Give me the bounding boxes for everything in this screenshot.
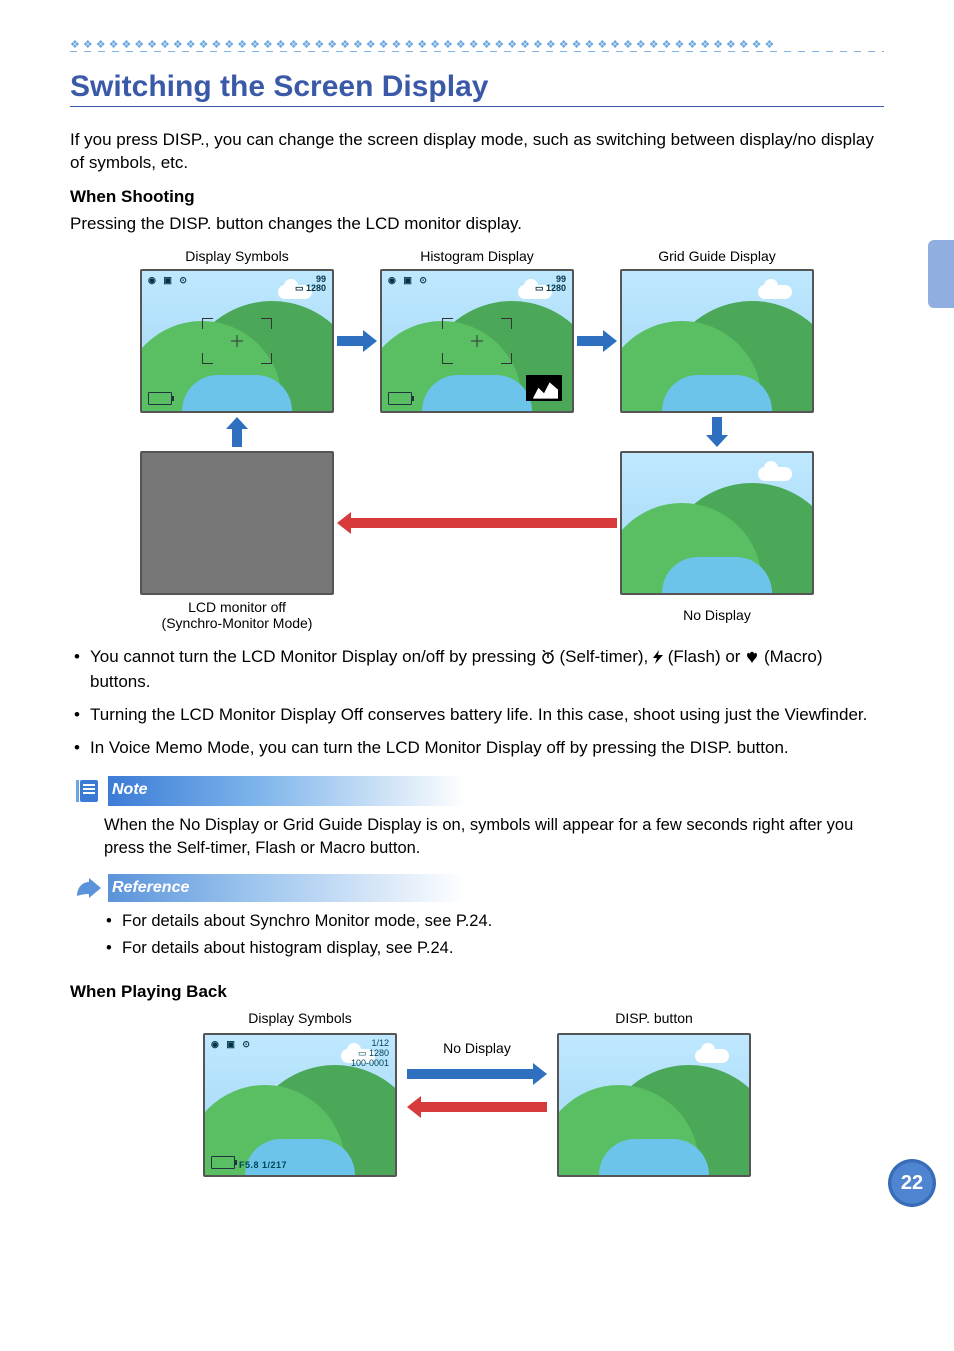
screen-grid-guide: [620, 269, 814, 413]
histogram-icon: [526, 375, 562, 401]
arrow-down: [706, 417, 728, 447]
note-label: Note: [108, 776, 466, 806]
arrow-left-pb: [407, 1096, 547, 1123]
caption-histogram: Histogram Display: [420, 248, 534, 265]
decorative-border: [70, 38, 884, 52]
reference-list-block: For details about Synchro Monitor mode, …: [104, 910, 884, 960]
list-item: Turning the LCD Monitor Display Off cons…: [70, 704, 884, 727]
caption-pb-nodisplay: No Display: [443, 1040, 511, 1057]
caption-pb-symbols: Display Symbols: [248, 1010, 351, 1027]
caption-lcd-off: LCD monitor off (Synchro-Monitor Mode): [162, 599, 313, 633]
reference-icon: [70, 874, 108, 902]
caption-display-symbols: Display Symbols: [185, 248, 288, 265]
osd-size: 1280: [306, 283, 326, 293]
chapter-side-tab: [928, 240, 954, 308]
osd-playback-index: 1/12: [371, 1039, 389, 1048]
playback-diagram: Display Symbols ◉ ▣ ⊙ 1/12 ▭ 1280 100-00…: [70, 1010, 884, 1177]
list-item: In Voice Memo Mode, you can turn the LCD…: [70, 737, 884, 760]
title-underline: [70, 106, 884, 107]
screen-no-display: [620, 451, 814, 595]
caption-disp-button: DISP. button: [615, 1010, 693, 1027]
list-item: For details about Synchro Monitor mode, …: [104, 910, 884, 933]
macro-icon: [745, 648, 759, 671]
shooting-notes-list: You cannot turn the LCD Monitor Display …: [70, 646, 884, 760]
arrow-right-pb: [407, 1063, 547, 1090]
screen-playback-symbols: ◉ ▣ ⊙ 1/12 ▭ 1280 100-0001 F5.8 1/217: [203, 1033, 397, 1177]
shooting-diagram: Display Symbols Histogram Display Grid G…: [70, 248, 884, 632]
screen-histogram: ◉ ▣ ⊙99▭ 1280: [380, 269, 574, 413]
screen-playback-nodisplay: [557, 1033, 751, 1177]
list-item: For details about histogram display, see…: [104, 937, 884, 960]
osd-file-number: 100-0001: [351, 1059, 389, 1068]
flash-icon: [653, 648, 663, 671]
when-shooting-lead: Pressing the DISP. button changes the LC…: [70, 213, 884, 236]
note-text: When the No Display or Grid Guide Displa…: [104, 814, 884, 860]
arrow-left-long: [337, 512, 617, 534]
xref-link[interactable]: P.24: [456, 912, 488, 930]
arrow-right-2: [577, 330, 617, 352]
arrow-up: [226, 417, 248, 447]
when-shooting-heading: When Shooting: [70, 187, 884, 207]
list-item: You cannot turn the LCD Monitor Display …: [70, 646, 884, 694]
screen-display-symbols: ◉ ▣ ⊙99▭ 1280: [140, 269, 334, 413]
caption-grid-guide: Grid Guide Display: [658, 248, 776, 265]
reference-callout: Reference: [70, 874, 884, 902]
when-playing-back-heading: When Playing Back: [70, 982, 884, 1002]
screen-lcd-off: [140, 451, 334, 595]
caption-no-display: No Display: [683, 607, 751, 624]
intro-paragraph: If you press DISP., you can change the s…: [70, 129, 884, 175]
page-title: Switching the Screen Display: [70, 70, 884, 104]
page-number-badge: 22: [888, 1159, 936, 1207]
self-timer-icon: [541, 648, 555, 671]
arrow-right-1: [337, 330, 377, 352]
note-callout: Note: [70, 776, 884, 806]
reference-label: Reference: [108, 874, 466, 902]
note-icon: [70, 776, 108, 806]
xref-link[interactable]: P.24: [417, 939, 449, 957]
osd-exposure: F5.8 1/217: [239, 1160, 287, 1170]
manual-page: Switching the Screen Display If you pres…: [0, 0, 954, 1217]
